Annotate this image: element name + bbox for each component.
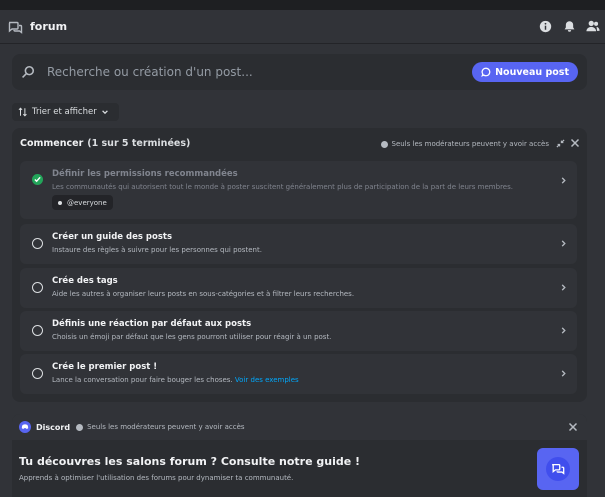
chat-bubbles-icon [546, 457, 570, 481]
task-title: Définir les permissions recommandées [52, 169, 238, 179]
onboarding-title: Commencer [20, 138, 84, 149]
check-empty-icon [32, 238, 43, 249]
search-input[interactable]: Recherche ou création d'un post... [47, 65, 253, 79]
close-icon[interactable] [570, 138, 580, 148]
check-empty-icon [32, 282, 43, 293]
onboarding-card: Commencer (1 sur 5 terminées) Seuls les m… [12, 128, 587, 402]
onboarding-progress: (1 sur 5 terminées) [87, 138, 191, 149]
sort-and-view-button[interactable]: Trier et afficher [12, 103, 119, 121]
role-label: @everyone [67, 198, 107, 207]
task-default-reaction[interactable]: Définis une réaction par défaut aux post… [20, 311, 577, 351]
info-icon[interactable] [537, 18, 553, 34]
task-description: Aide les autres à organiser leurs posts … [52, 290, 355, 298]
task-description: Instaure des règles à suivre pour les pe… [52, 246, 262, 254]
onboarding-header: Commencer (1 sur 5 terminées) [20, 138, 190, 149]
forum-guide-card: Discord Seuls les modérateurs peuvent y … [12, 414, 587, 497]
task-posts-guide[interactable]: Créer un guide des posts Instaure des rè… [20, 224, 577, 264]
moderator-note-text: Seuls les modérateurs peuvent y avoir ac… [87, 423, 245, 431]
guide-header: Discord Seuls les modérateurs peuvent y … [12, 414, 587, 440]
task-tags[interactable]: Crée des tags Aide les autres à organise… [20, 268, 577, 308]
chevron-right-icon [561, 284, 566, 291]
task-title: Définis une réaction par défaut aux post… [52, 319, 252, 329]
guide-title: Tu découvres les salons forum ? Consulte… [19, 455, 361, 468]
chevron-right-icon [561, 327, 566, 334]
task-title: Crée des tags [52, 276, 118, 286]
chat-bubble-icon [481, 67, 491, 77]
moderator-note: Seuls les modérateurs peuvent y avoir ac… [380, 140, 550, 148]
task-description-row: Lance la conversation pour faire bouger … [52, 376, 299, 384]
search-icon [22, 65, 35, 78]
role-dot-icon [58, 200, 62, 205]
forum-guide-illustration [537, 448, 579, 490]
task-description: Lance la conversation pour faire bouger … [52, 376, 233, 384]
info-icon [380, 140, 388, 148]
chevron-right-icon [561, 177, 566, 184]
channel-header: forum [0, 10, 605, 44]
sort-icon [18, 107, 27, 117]
moderator-note-text: Seuls les modérateurs peuvent y avoir ac… [391, 140, 550, 148]
task-permissions[interactable]: Définir les permissions recommandées Les… [20, 161, 577, 219]
task-title: Crée le premier post ! [52, 362, 158, 372]
search-bar[interactable]: Recherche ou création d'un post... Nouve… [12, 54, 587, 90]
task-description: Choisis un émoji par défaut que les gens… [52, 333, 332, 341]
close-icon[interactable] [568, 422, 578, 432]
check-empty-icon [32, 325, 43, 336]
sort-label: Trier et afficher [32, 107, 97, 117]
discord-logo-icon [19, 421, 31, 433]
forum-icon [8, 21, 23, 34]
check-done-icon [32, 174, 43, 185]
new-post-label: Nouveau post [495, 66, 569, 78]
chevron-down-icon [101, 110, 108, 115]
task-description: Les communautés qui autorisent tout le m… [52, 183, 513, 191]
chevron-right-icon [561, 240, 566, 247]
bell-icon[interactable] [561, 18, 577, 34]
see-examples-link[interactable]: Voir des exemples [235, 376, 299, 384]
role-pill: @everyone [52, 195, 113, 210]
collapse-icon[interactable] [556, 139, 565, 148]
new-post-button[interactable]: Nouveau post [472, 62, 578, 82]
members-icon[interactable] [585, 18, 601, 34]
task-title: Créer un guide des posts [52, 232, 173, 242]
discord-label: Discord [36, 422, 71, 432]
channel-name: forum [30, 20, 68, 33]
task-first-post[interactable]: Crée le premier post ! Lance la conversa… [20, 354, 577, 394]
window-top-strip [0, 0, 605, 10]
check-empty-icon [32, 368, 43, 379]
guide-subtitle: Apprends à optimiser l'utilisation des f… [19, 474, 294, 482]
chevron-right-icon [561, 370, 566, 377]
info-icon [76, 423, 84, 431]
